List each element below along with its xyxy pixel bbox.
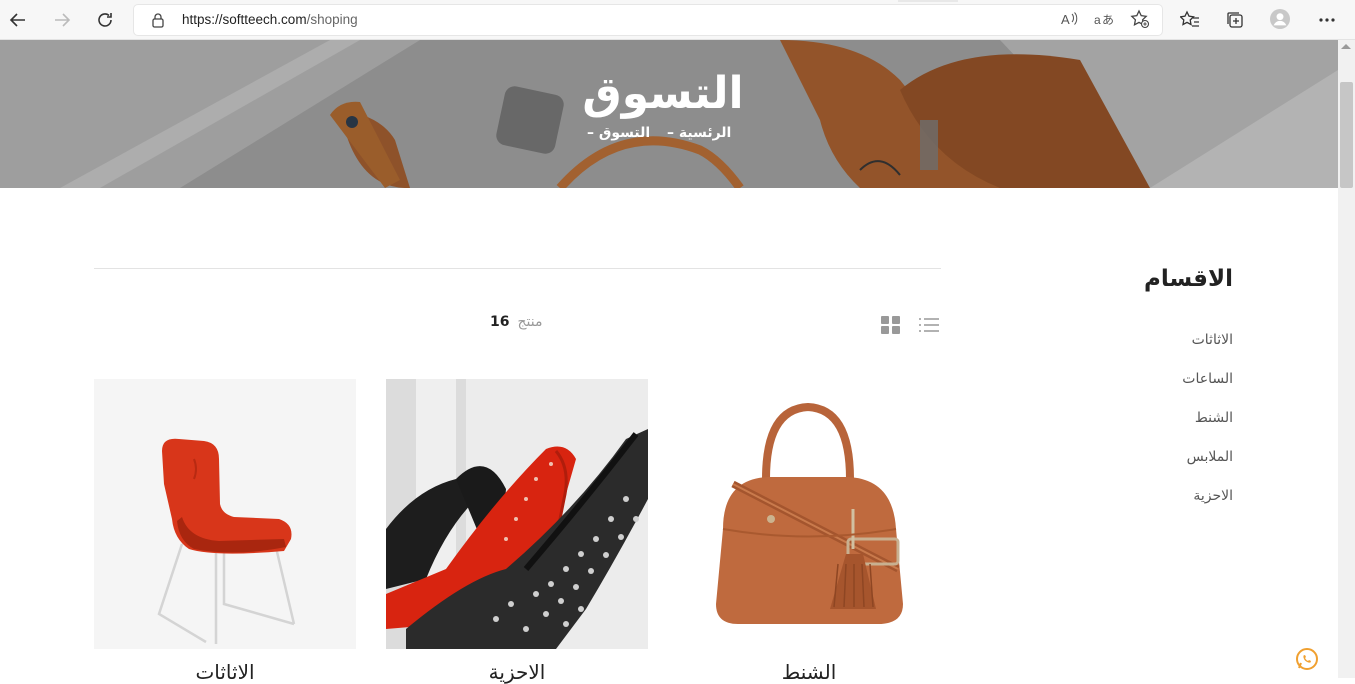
more-icon bbox=[1319, 18, 1335, 22]
product-name-shoes[interactable]: الاحزية bbox=[386, 660, 648, 684]
product-count-number: 16 bbox=[490, 314, 510, 330]
product-count: منتج 16 bbox=[490, 314, 542, 330]
scroll-up-arrow-icon[interactable] bbox=[1341, 44, 1351, 49]
add-favorite-button[interactable] bbox=[1130, 9, 1150, 29]
translate-button[interactable]: aあ bbox=[1094, 9, 1114, 29]
scrollbar-thumb[interactable] bbox=[1340, 82, 1353, 188]
tab-indicator bbox=[898, 0, 958, 2]
profile-button[interactable] bbox=[1270, 9, 1290, 29]
category-shoes[interactable]: الاحزية bbox=[1193, 488, 1233, 504]
category-furniture[interactable]: الاثاثات bbox=[1192, 332, 1233, 348]
bag-image bbox=[678, 379, 940, 649]
forward-button[interactable] bbox=[50, 8, 74, 32]
product-name-bags[interactable]: الشنط bbox=[678, 660, 940, 684]
forward-arrow-icon bbox=[55, 13, 71, 27]
product-count-label: منتج bbox=[517, 314, 543, 330]
svg-text:あ: あ bbox=[1102, 13, 1114, 27]
whatsapp-icon[interactable] bbox=[1295, 647, 1319, 671]
breadcrumb-current: التسوق – bbox=[587, 125, 650, 141]
product-name-furniture[interactable]: الاثاثات bbox=[94, 660, 356, 684]
translate-icon: aあ bbox=[1094, 13, 1114, 27]
chair-image bbox=[94, 379, 356, 649]
breadcrumb-separator: – bbox=[587, 125, 594, 141]
categories-heading: الاقسام bbox=[1144, 266, 1233, 292]
breadcrumb-separator: – bbox=[667, 125, 674, 141]
collections-button[interactable] bbox=[1225, 10, 1245, 30]
category-clothes[interactable]: الملابس bbox=[1187, 449, 1233, 465]
category-bags[interactable]: الشنط bbox=[1195, 410, 1233, 426]
list-view-icon[interactable] bbox=[919, 316, 939, 334]
settings-menu-button[interactable] bbox=[1317, 10, 1337, 30]
refresh-button[interactable] bbox=[93, 8, 117, 32]
favorites-button[interactable] bbox=[1180, 10, 1200, 30]
product-card-furniture[interactable] bbox=[94, 379, 356, 649]
shoes-image bbox=[386, 379, 648, 649]
page-title: التسوق bbox=[582, 68, 744, 119]
breadcrumb-home-label: الرئسية bbox=[678, 125, 732, 141]
back-arrow-icon bbox=[9, 13, 25, 27]
address-bar[interactable]: https://softteech.com/shoping A aあ bbox=[134, 5, 1162, 35]
breadcrumb-current-label: التسوق bbox=[598, 125, 651, 141]
hero-banner: التسوق الرئسية – التسوق – bbox=[0, 40, 1338, 188]
url-text: https://softteech.com/shoping bbox=[182, 12, 358, 27]
product-card-bags[interactable] bbox=[678, 379, 940, 649]
url-path: /shoping bbox=[306, 12, 358, 27]
read-aloud-icon: A bbox=[1061, 12, 1078, 27]
collections-icon bbox=[1227, 12, 1243, 28]
favorites-icon bbox=[1180, 10, 1199, 27]
grid-view-icon[interactable] bbox=[881, 316, 901, 336]
lock-icon bbox=[152, 13, 164, 28]
svg-text:A: A bbox=[1061, 12, 1070, 27]
toolbar-divider bbox=[94, 268, 941, 269]
breadcrumb-home[interactable]: الرئسية – bbox=[667, 125, 731, 141]
category-watches[interactable]: الساعات bbox=[1182, 371, 1233, 387]
browser-toolbar: https://softteech.com/shoping A aあ bbox=[0, 0, 1355, 40]
svg-text:a: a bbox=[1094, 13, 1101, 27]
product-card-shoes[interactable] bbox=[386, 379, 648, 649]
star-add-icon bbox=[1130, 9, 1150, 29]
url-host: https://softteech.com bbox=[182, 12, 307, 27]
refresh-icon bbox=[98, 13, 112, 27]
back-button[interactable] bbox=[6, 8, 30, 32]
read-aloud-button[interactable]: A bbox=[1059, 9, 1079, 29]
avatar-icon bbox=[1270, 9, 1290, 29]
